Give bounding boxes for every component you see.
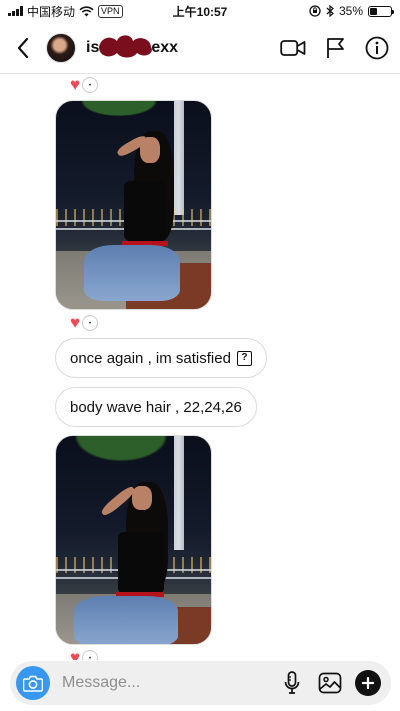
flag-icon <box>327 37 344 58</box>
text-message[interactable]: body wave hair , 22,24,26 <box>55 387 257 427</box>
message-text: once again , im satisfied <box>70 349 231 367</box>
reaction-row[interactable]: ♥ ♥ <box>70 313 99 332</box>
battery-percent: 35% <box>338 4 363 18</box>
back-icon <box>17 37 29 58</box>
status-right: 35% <box>309 4 394 18</box>
reactor-avatar: ♥ <box>82 649 99 660</box>
header-actions <box>280 35 390 61</box>
info-button[interactable] <box>364 35 390 61</box>
rotation-lock-icon <box>309 5 321 17</box>
message-text: body wave hair , 22,24,26 <box>70 398 242 416</box>
battery-level <box>370 7 377 15</box>
wifi-icon <box>79 5 94 16</box>
gallery-icon <box>318 672 342 694</box>
plus-button[interactable] <box>355 670 381 696</box>
camera-button[interactable] <box>16 666 50 700</box>
battery-icon <box>368 5 394 17</box>
reactor-avatar: ♥ <box>82 76 99 93</box>
heart-icon: ♥ <box>70 648 81 660</box>
camera-icon <box>23 675 43 692</box>
back-button[interactable] <box>10 35 36 61</box>
heart-icon: ♥ <box>70 75 81 94</box>
reaction-row[interactable]: ♥ ♥ <box>70 648 99 660</box>
photo-message[interactable] <box>55 435 212 645</box>
video-call-button[interactable] <box>280 35 306 61</box>
username[interactable]: is exx <box>86 34 178 59</box>
gallery-button[interactable] <box>315 668 345 698</box>
message-thread: ♥ ♥ ♥ ♥ once again , im satisfied ? body… <box>0 74 400 660</box>
message-composer <box>10 661 391 705</box>
chat-header: is exx <box>0 22 400 74</box>
message-input[interactable] <box>62 668 269 698</box>
signal-icon <box>8 6 23 16</box>
redaction-mark <box>99 34 153 59</box>
info-icon <box>365 36 389 59</box>
unknown-glyph: ? <box>236 350 252 366</box>
avatar[interactable] <box>46 32 76 63</box>
heart-icon: ♥ <box>70 313 81 332</box>
microphone-icon <box>284 671 300 694</box>
status-bar: 中国移动 VPN 上午10:57 35% <box>0 0 400 22</box>
vpn-badge: VPN <box>98 4 123 18</box>
text-message[interactable]: once again , im satisfied ? <box>55 338 267 378</box>
reaction-row[interactable]: ♥ ♥ <box>70 75 99 94</box>
reactor-avatar: ♥ <box>82 314 99 331</box>
plus-icon <box>362 677 374 689</box>
carrier-label: 中国移动 <box>27 4 76 19</box>
video-call-icon <box>280 39 306 56</box>
report-button[interactable] <box>322 35 348 61</box>
photo-message[interactable] <box>55 100 212 310</box>
bluetooth-icon <box>326 5 334 17</box>
status-left: 中国移动 VPN <box>8 3 123 20</box>
voice-message-button[interactable] <box>277 668 307 698</box>
